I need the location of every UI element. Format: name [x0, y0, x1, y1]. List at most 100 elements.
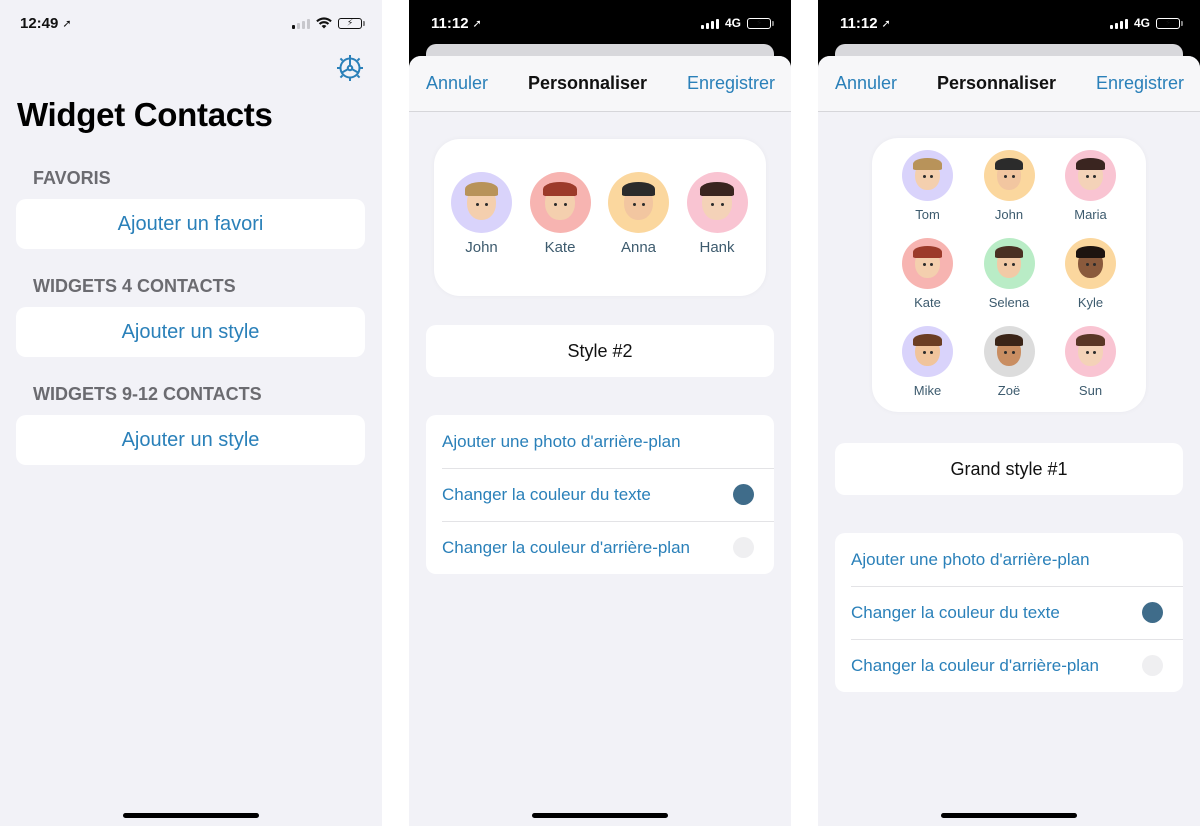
battery-icon: ⚡: [338, 17, 365, 29]
memoji-face-icon: [464, 182, 499, 220]
nav-bar: Annuler Personnaliser Enregistrer: [818, 56, 1200, 112]
background-color-swatch[interactable]: [733, 537, 754, 558]
option-text-color[interactable]: Changer la couleur du texte: [835, 586, 1183, 639]
contact-name: Mike: [913, 383, 942, 398]
contact-item[interactable]: Zoë: [974, 326, 1045, 398]
memoji-face-icon: [994, 246, 1024, 278]
memoji-eye: [720, 202, 724, 206]
status-bar: 11:12 ➚ 4G ⚡: [409, 0, 791, 46]
option-label: Changer la couleur d'arrière-plan: [851, 655, 1099, 675]
contact-name: Tom: [915, 207, 940, 222]
memoji-eye: [1093, 351, 1097, 355]
home-indicator[interactable]: [532, 813, 668, 818]
memoji-hair: [994, 246, 1024, 259]
contact-item[interactable]: Mike: [892, 326, 963, 398]
memoji-eye: [711, 202, 715, 206]
memoji-eye: [922, 351, 926, 355]
memoji-eye: [930, 263, 934, 267]
network-type: 4G: [724, 16, 741, 30]
section-header-favoris: FAVORIS: [33, 168, 111, 188]
memoji-face-icon: [543, 182, 577, 220]
memoji-eye: [1085, 263, 1089, 267]
screen-widget-contacts: 12:49 ➚ ⚡ Widget Contacts FAVORIS Ajoute…: [0, 0, 382, 826]
battery-icon: ⚡: [747, 17, 774, 29]
memoji-eye: [930, 175, 934, 179]
contact-item[interactable]: Kyle: [1055, 238, 1126, 310]
contact-name: Selena: [988, 295, 1030, 310]
style-name-field[interactable]: Style #2: [426, 325, 774, 377]
contact-item[interactable]: Maria: [1055, 150, 1126, 222]
option-background-photo[interactable]: Ajouter une photo d'arrière-plan: [835, 533, 1183, 586]
contact-item[interactable]: Kate: [892, 238, 963, 310]
memoji-hair: [543, 182, 577, 197]
contact-name: Maria: [1074, 207, 1107, 222]
option-label: Ajouter une photo d'arrière-plan: [442, 431, 681, 451]
cancel-button[interactable]: Annuler: [835, 73, 897, 94]
background-color-swatch[interactable]: [1142, 655, 1163, 676]
memoji-hair: [700, 182, 734, 197]
status-bar: 12:49 ➚ ⚡: [0, 0, 382, 46]
avatar: [983, 238, 1035, 289]
add-style-4-button[interactable]: Ajouter un style: [16, 307, 365, 357]
contact-item[interactable]: Tom: [892, 150, 963, 222]
contact-name: Kate: [544, 239, 576, 256]
memoji-hair: [621, 182, 656, 197]
contact-name: Zoë: [997, 383, 1021, 398]
signal-icon: [700, 18, 719, 29]
home-indicator[interactable]: [941, 813, 1077, 818]
style-name-field[interactable]: Grand style #1: [835, 443, 1183, 495]
memoji-hair: [994, 158, 1024, 171]
contact-name: Kate: [914, 295, 941, 310]
cancel-button[interactable]: Annuler: [426, 73, 488, 94]
memoji-eye: [563, 202, 567, 206]
contact-name: Kyle: [1077, 295, 1104, 310]
widget-preview: John Kate Anna Hank: [434, 139, 766, 296]
text-color-swatch[interactable]: [1142, 602, 1163, 623]
option-background-color[interactable]: Changer la couleur d'arrière-plan: [835, 639, 1183, 692]
memoji-face-icon: [1076, 246, 1105, 278]
avatar: [529, 172, 591, 233]
contact-item[interactable]: Selena: [974, 238, 1045, 310]
memoji-hair: [1076, 158, 1105, 171]
contact-item[interactable]: Kate: [520, 172, 601, 256]
memoji-eye: [1093, 263, 1097, 267]
memoji-eye: [554, 202, 558, 206]
memoji-hair: [1076, 334, 1105, 347]
text-color-swatch[interactable]: [733, 484, 754, 505]
memoji-eye: [632, 202, 636, 206]
option-label: Changer la couleur du texte: [851, 602, 1060, 622]
home-indicator[interactable]: [123, 813, 259, 818]
memoji-eye: [1004, 175, 1008, 179]
contact-item[interactable]: John: [974, 150, 1045, 222]
memoji-hair: [994, 334, 1024, 347]
option-background-color[interactable]: Changer la couleur d'arrière-plan: [426, 521, 774, 574]
option-label: Changer la couleur d'arrière-plan: [442, 537, 690, 557]
widget-preview: Tom John Maria Kate Selena Kyle Mike Zoë Sun: [872, 138, 1146, 412]
add-style-9-12-button[interactable]: Ajouter un style: [16, 415, 365, 465]
wifi-icon: [316, 17, 332, 29]
memoji-hair: [913, 334, 942, 347]
memoji-eye: [475, 202, 479, 206]
save-button[interactable]: Enregistrer: [1096, 73, 1184, 94]
memoji-face-icon: [913, 334, 942, 366]
option-label: Ajouter une photo d'arrière-plan: [851, 549, 1090, 569]
avatar: [686, 172, 748, 233]
option-background-photo[interactable]: Ajouter une photo d'arrière-plan: [426, 415, 774, 468]
section-header-widgets-9-12: WIDGETS 9-12 CONTACTS: [33, 384, 262, 404]
nav-bar: Annuler Personnaliser Enregistrer: [409, 56, 791, 112]
contact-item[interactable]: Sun: [1055, 326, 1126, 398]
avatar: [451, 172, 512, 233]
memoji-hair: [913, 158, 942, 171]
add-favorite-button[interactable]: Ajouter un favori: [16, 199, 365, 249]
memoji-face-icon: [913, 158, 942, 190]
contact-name: Anna: [620, 239, 657, 256]
option-text-color[interactable]: Changer la couleur du texte: [426, 468, 774, 521]
gear-icon[interactable]: [336, 54, 364, 82]
contact-item[interactable]: Anna: [598, 172, 679, 256]
memoji-eye: [1004, 263, 1008, 267]
memoji-face-icon: [1076, 158, 1105, 190]
avatar: [983, 150, 1035, 201]
contact-item[interactable]: John: [441, 172, 522, 256]
save-button[interactable]: Enregistrer: [687, 73, 775, 94]
contact-item[interactable]: Hank: [677, 172, 758, 256]
